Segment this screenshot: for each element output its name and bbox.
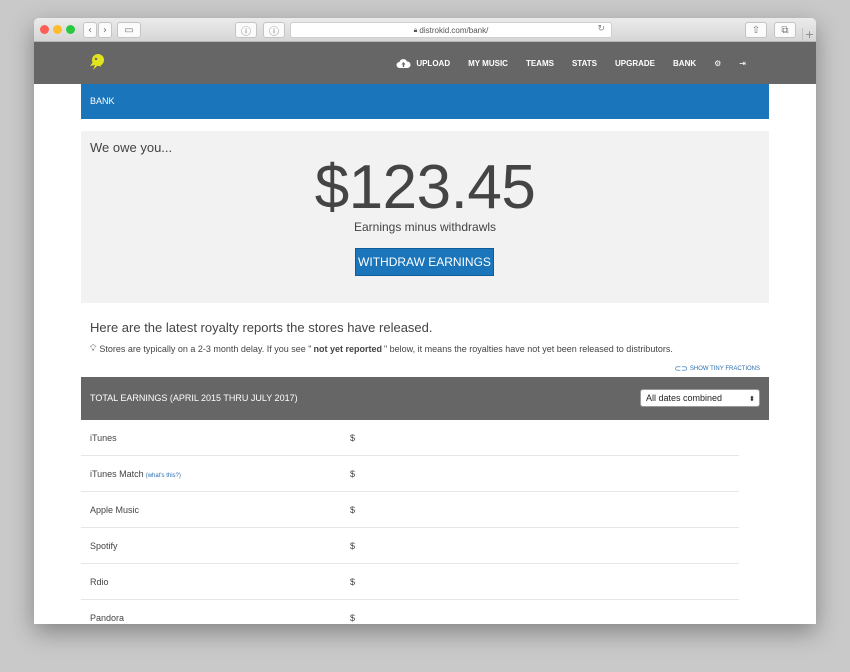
balance-subtitle: Earnings minus withdrawls (353, 220, 497, 234)
store-name-text: Rdio (90, 577, 109, 587)
forward-button[interactable]: › (98, 22, 112, 38)
close-window-button[interactable] (40, 25, 49, 34)
total-earnings-header: TOTAL EARNINGS (APRIL 2015 THRU JULY 201… (81, 377, 769, 420)
lightbulb-icon: 💡︎ (90, 344, 97, 354)
reload-icon[interactable]: ↻ (597, 24, 605, 34)
store-name: iTunes (90, 420, 117, 456)
distrokid-logo-icon[interactable] (88, 53, 108, 73)
store-name: iTunes Match (what's this?) (90, 456, 181, 494)
store-earnings-list: iTunes $ iTunes Match (what's this?) $ Ap… (81, 420, 739, 624)
show-tiny-fractions-link[interactable]: ⊂⊃ SHOW TINY FRACTIONS (81, 364, 769, 373)
store-amount: $ (350, 613, 356, 623)
zoom-window-button[interactable] (66, 25, 75, 34)
back-button[interactable]: ‹ (83, 22, 97, 38)
store-name: Apple Music (90, 492, 139, 528)
reports-heading: Here are the latest royalty reports the … (90, 320, 433, 335)
table-row: Pandora $ (81, 600, 739, 624)
share-icon: ⇧ (751, 24, 761, 36)
cloud-upload-icon (396, 58, 411, 68)
store-amount: $ (350, 577, 356, 587)
total-earnings-label: TOTAL EARNINGS (APRIL 2015 THRU JULY 201… (90, 393, 298, 403)
page-title: BANK (81, 84, 769, 119)
browser-window: ‹ › ▭ ⓘ ⓘ 🔒︎ distrokid.com/bank/ ↻ ⇧ ⧉ +… (34, 18, 816, 624)
minimize-window-button[interactable] (53, 25, 62, 34)
table-row: Apple Music $ (81, 492, 739, 528)
store-name-text: iTunes Match (90, 469, 144, 479)
store-amount: $ (350, 505, 356, 515)
store-name: Pandora (90, 600, 124, 624)
gear-icon[interactable]: ⚙ (714, 59, 721, 68)
new-tab-button[interactable]: + (802, 28, 816, 42)
share-button[interactable]: ⇧ (745, 22, 767, 38)
date-range-value: All dates combined (646, 393, 723, 403)
privacy-report-button[interactable]: ⓘ (235, 22, 257, 38)
note-bold: not yet reported (313, 344, 382, 354)
balance-panel: We owe you... $123.45 Earnings minus wit… (81, 131, 769, 303)
chevron-left-icon: ‹ (88, 24, 92, 36)
sidebar-icon: ▭ (124, 24, 134, 36)
toggle-icon: ⊂⊃ (674, 364, 688, 373)
sign-out-icon[interactable]: ⇥ (739, 59, 746, 68)
tabs-icon: ⧉ (781, 24, 789, 36)
table-row: iTunes Match (what's this?) $ (81, 456, 739, 492)
info-icon: ⓘ (269, 26, 279, 38)
balance-amount: $123.45 (314, 153, 536, 222)
store-name-text: iTunes (90, 433, 117, 443)
browser-toolbar: ‹ › ▭ ⓘ ⓘ 🔒︎ distrokid.com/bank/ ↻ ⇧ ⧉ + (34, 18, 816, 42)
select-arrows-icon: ⬍ (749, 395, 755, 403)
store-name: Rdio (90, 564, 109, 600)
store-name-text: Apple Music (90, 505, 140, 515)
lock-icon: 🔒︎ (413, 25, 418, 34)
tiny-fractions-label: SHOW TINY FRACTIONS (689, 365, 760, 372)
store-name-text: Spotify (90, 541, 118, 551)
note-text-after: " below, it means the royalties have not… (383, 344, 673, 354)
store-name: Spotify (90, 528, 118, 564)
sidebar-button[interactable]: ▭ (117, 22, 141, 38)
reader-button[interactable]: ⓘ (263, 22, 285, 38)
table-row: Spotify $ (81, 528, 739, 564)
note-text-before: Stores are typically on a 2-3 month dela… (99, 344, 312, 354)
whats-this-link[interactable]: (what's this?) (146, 473, 181, 479)
reports-note: 💡︎ Stores are typically on a 2-3 month d… (90, 344, 769, 354)
nav-upload-label: UPLOAD (416, 58, 451, 68)
address-bar[interactable]: 🔒︎ distrokid.com/bank/ ↻ (290, 22, 612, 38)
nav-upgrade[interactable]: UPGRADE (615, 59, 655, 68)
shield-icon: ⓘ (241, 26, 251, 38)
nav-my-music[interactable]: MY MUSIC (468, 59, 508, 68)
date-range-select[interactable]: All dates combined ⬍ (640, 389, 760, 407)
table-row: iTunes $ (81, 420, 739, 456)
nav-bank[interactable]: BANK (673, 59, 696, 68)
site-nav: UPLOAD MY MUSIC TEAMS STATS UPGRADE BANK… (34, 42, 816, 84)
store-name-text: Pandora (90, 613, 125, 623)
withdraw-earnings-button[interactable]: WITHDRAW EARNINGS (355, 248, 494, 276)
table-row: Rdio $ (81, 564, 739, 600)
store-amount: $ (350, 469, 356, 479)
nav-teams[interactable]: TEAMS (526, 59, 554, 68)
url-text: distrokid.com/bank/ (419, 25, 489, 35)
store-amount: $ (350, 433, 356, 443)
tabs-button[interactable]: ⧉ (774, 22, 796, 38)
chevron-right-icon: › (103, 24, 107, 36)
nav-upload[interactable]: UPLOAD (396, 58, 450, 69)
store-amount: $ (350, 541, 356, 551)
main-content: BANK We owe you... $123.45 Earnings minu… (81, 84, 769, 624)
nav-stats[interactable]: STATS (572, 59, 597, 68)
